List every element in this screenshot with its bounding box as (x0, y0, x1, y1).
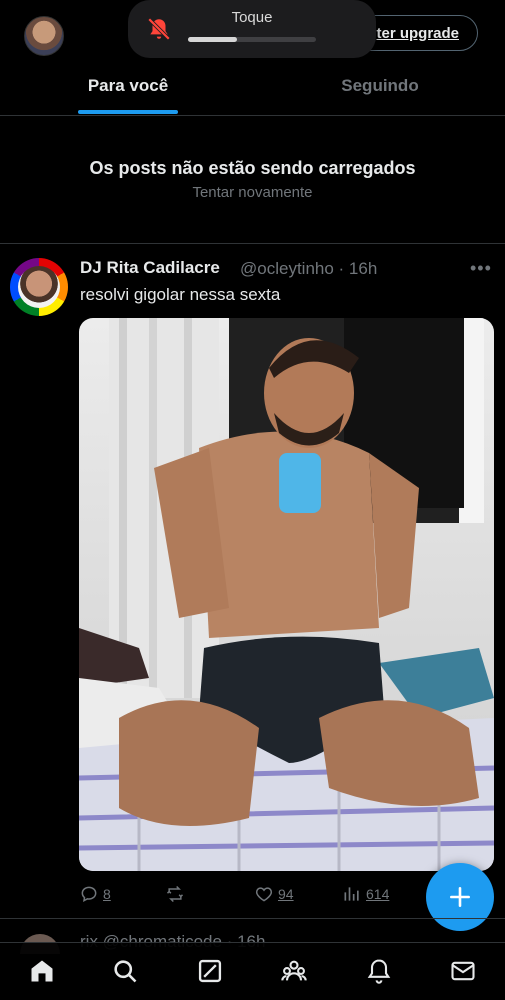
retry-link[interactable]: Tentar novamente (0, 184, 505, 201)
post-media-image[interactable] (79, 318, 494, 871)
bottom-navigation (0, 942, 505, 1000)
tab-for-you[interactable]: Para você (78, 76, 178, 102)
ringer-toast: Toque (128, 0, 376, 58)
reply-icon (81, 886, 97, 903)
like-count: 94 (278, 886, 294, 902)
post-text: resolvi gigolar nessa sexta (80, 285, 281, 304)
active-tab-indicator (78, 110, 178, 114)
feed-divider (0, 243, 505, 244)
post-divider (0, 918, 505, 919)
plus-icon (450, 887, 470, 907)
reply-button[interactable]: 8 (79, 884, 111, 904)
tab-following-label: Seguindo (341, 76, 419, 95)
grok-icon[interactable] (196, 957, 224, 985)
more-dots-icon[interactable]: ••• (470, 258, 496, 279)
upgrade-label: ter upgrade (376, 24, 459, 42)
post-handle-time[interactable]: @ocleytinho · 16h (240, 259, 377, 279)
volume-bar-fill (188, 37, 237, 42)
like-button[interactable]: 94 (254, 884, 294, 904)
media-illustration (79, 318, 494, 871)
messages-icon[interactable] (449, 957, 477, 985)
avatar-photo (18, 266, 60, 308)
like-icon (255, 887, 273, 902)
profile-avatar[interactable] (24, 16, 64, 56)
volume-bar (188, 37, 316, 42)
reply-count: 8 (103, 886, 111, 902)
views-icon (344, 887, 359, 901)
notifications-icon[interactable] (365, 957, 393, 985)
retweet-button[interactable] (165, 884, 189, 904)
home-icon[interactable] (28, 957, 56, 985)
compose-button[interactable] (426, 863, 494, 931)
feed-error-title: Os posts não estão sendo carregados (89, 158, 416, 178)
header-divider (0, 115, 505, 116)
post-author-name[interactable]: DJ Rita Cadilacre (80, 258, 220, 278)
post-author-avatar[interactable] (10, 258, 68, 316)
communities-icon[interactable] (280, 957, 308, 985)
views-count: 614 (366, 886, 390, 902)
tab-for-you-label: Para você (87, 76, 169, 95)
retweet-icon (166, 885, 184, 903)
toast-title: Toque (231, 9, 273, 26)
tab-following[interactable]: Seguindo (320, 76, 440, 102)
views-button[interactable]: 614 (342, 884, 389, 904)
search-icon[interactable] (111, 957, 139, 985)
